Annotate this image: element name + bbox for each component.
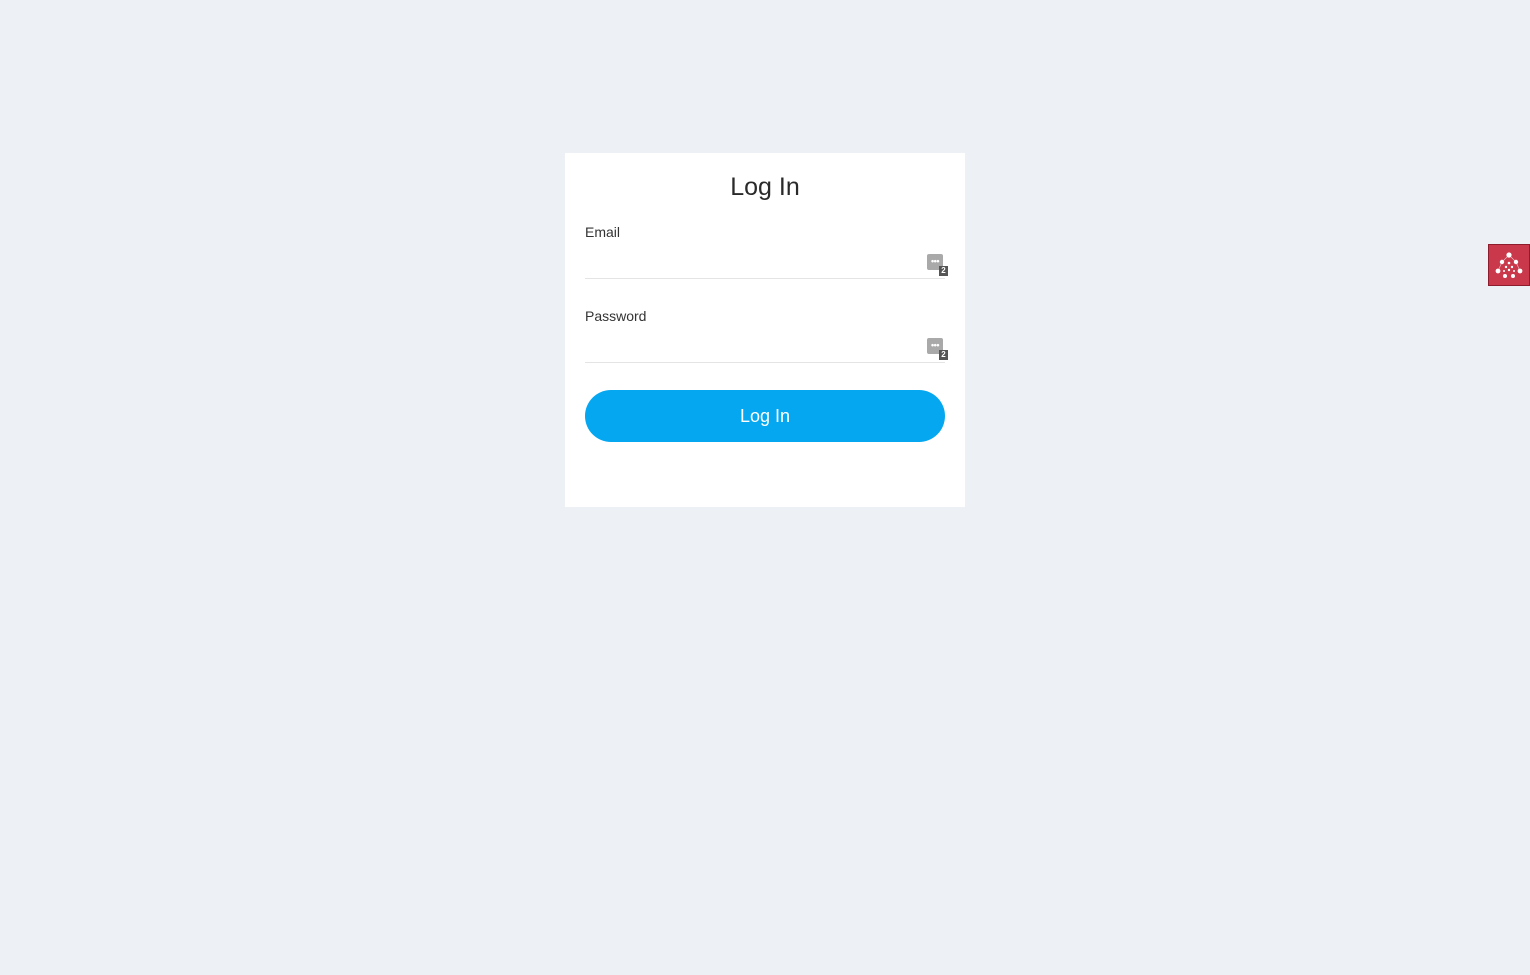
password-manager-icon[interactable]: ••• 2: [927, 254, 951, 276]
password-field[interactable]: [585, 335, 945, 363]
email-field-group: Email ••• 2: [585, 223, 948, 279]
password-field-group: Password ••• 2: [585, 307, 948, 363]
email-label: Email: [585, 224, 621, 240]
login-card: Log In Email ••• 2 Password ••• 2 Log In: [565, 153, 965, 507]
network-dots-icon: [1495, 252, 1523, 278]
email-field[interactable]: [585, 251, 945, 279]
password-label: Password: [585, 308, 647, 324]
password-manager-icon[interactable]: ••• 2: [927, 338, 951, 360]
ellipsis-icon: •••: [931, 256, 939, 266]
saved-count-badge: 2: [939, 266, 948, 276]
login-button[interactable]: Log In: [585, 390, 945, 442]
page-title: Log In: [730, 173, 800, 201]
saved-count-badge: 2: [939, 350, 948, 360]
ellipsis-icon: •••: [931, 340, 939, 350]
extension-badge[interactable]: [1488, 244, 1530, 286]
